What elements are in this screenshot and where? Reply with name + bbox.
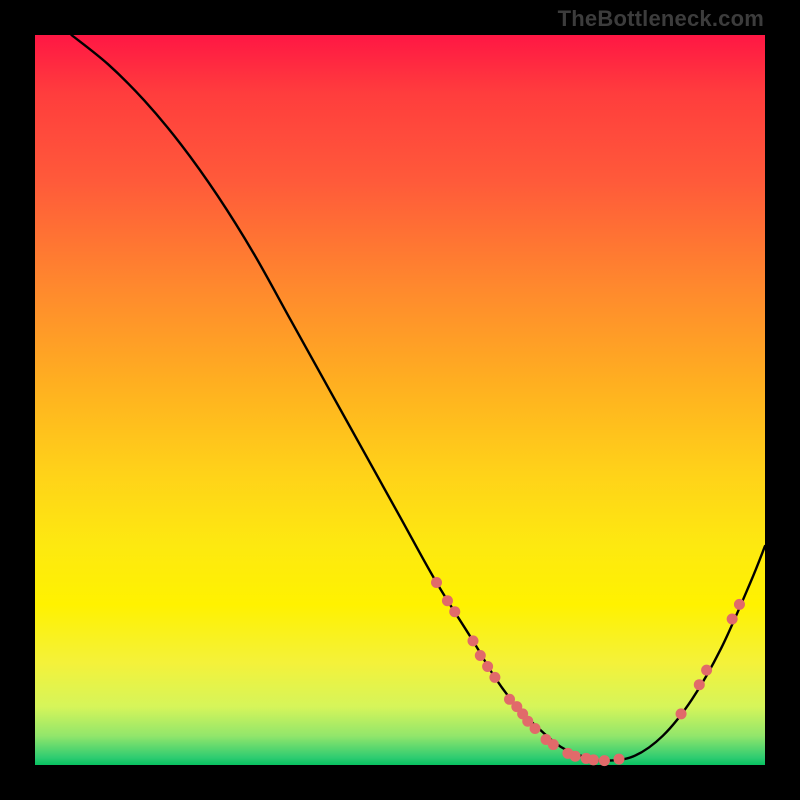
marker-dot [442, 595, 453, 606]
marker-dot [701, 665, 712, 676]
marker-dot [449, 606, 460, 617]
marker-dot [475, 650, 486, 661]
marker-dot [614, 754, 625, 765]
marker-dot [548, 739, 559, 750]
marker-dot [734, 599, 745, 610]
marker-dot [588, 754, 599, 765]
curve-line [72, 35, 766, 761]
marker-dot [599, 755, 610, 766]
plot-area [35, 35, 765, 765]
marker-dot [570, 751, 581, 762]
marker-dot [482, 661, 493, 672]
marker-dot [468, 635, 479, 646]
marker-dot [676, 708, 687, 719]
chart-svg [35, 35, 765, 765]
chart-frame: TheBottleneck.com [0, 0, 800, 800]
marker-dot [530, 723, 541, 734]
marker-dot [489, 672, 500, 683]
marker-dot [727, 614, 738, 625]
marker-dot [694, 679, 705, 690]
watermark-text: TheBottleneck.com [558, 6, 764, 32]
curve-markers [431, 577, 745, 766]
marker-dot [431, 577, 442, 588]
